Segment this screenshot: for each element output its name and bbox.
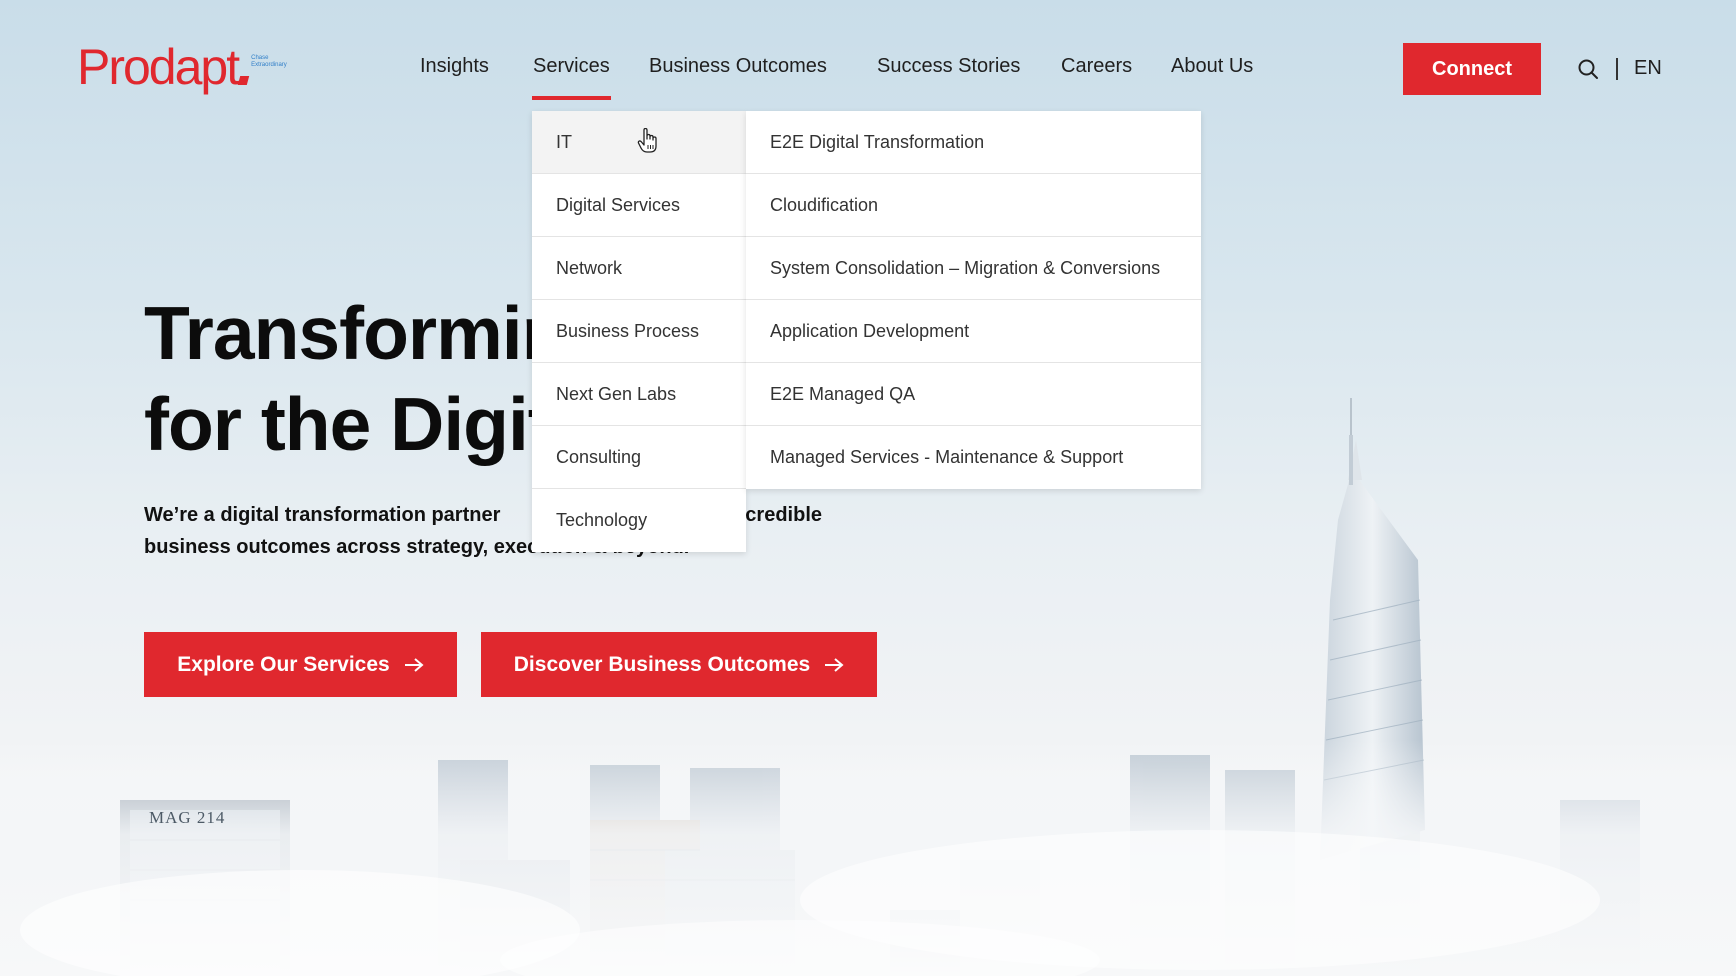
building-sign: MAG 214 bbox=[149, 808, 226, 827]
submenu-e2e-digital-transformation[interactable]: E2E Digital Transformation bbox=[746, 111, 1201, 174]
hero-subtitle-start: We’re a digital transformation partner bbox=[144, 504, 501, 526]
prodapt-logo[interactable]: Prodapt Chase Extraordinary bbox=[77, 42, 293, 92]
menu-category-business-process[interactable]: Business Process bbox=[532, 300, 746, 363]
connect-button[interactable]: Connect bbox=[1403, 43, 1541, 95]
header-divider bbox=[1616, 58, 1618, 80]
logo-tagline: Chase Extraordinary bbox=[251, 55, 287, 69]
nav-services[interactable]: Services bbox=[533, 55, 610, 78]
logo-wordmark: Prodapt bbox=[77, 39, 240, 95]
menu-category-digital-services[interactable]: Digital Services bbox=[532, 174, 746, 237]
it-services-submenu: E2E Digital Transformation Cloudificatio… bbox=[746, 111, 1201, 489]
submenu-system-consolidation[interactable]: System Consolidation – Migration & Conve… bbox=[746, 237, 1201, 300]
hero-title: Transformir for the Digit bbox=[144, 288, 553, 470]
submenu-e2e-managed-qa[interactable]: E2E Managed QA bbox=[746, 363, 1201, 426]
logo-dot bbox=[237, 76, 250, 85]
arrow-right-icon bbox=[404, 657, 424, 672]
submenu-managed-services[interactable]: Managed Services - Maintenance & Support bbox=[746, 426, 1201, 489]
discover-outcomes-button[interactable]: Discover Business Outcomes bbox=[481, 632, 877, 697]
explore-services-button[interactable]: Explore Our Services bbox=[144, 632, 457, 697]
hero-title-line-1: Transformir bbox=[144, 291, 551, 375]
submenu-cloudification[interactable]: Cloudification bbox=[746, 174, 1201, 237]
nav-about-us[interactable]: About Us bbox=[1171, 55, 1253, 78]
nav-insights[interactable]: Insights bbox=[420, 55, 489, 78]
menu-category-network[interactable]: Network bbox=[532, 237, 746, 300]
submenu-application-development[interactable]: Application Development bbox=[746, 300, 1201, 363]
explore-services-label: Explore Our Services bbox=[177, 652, 390, 676]
hero-title-line-2: for the Digit bbox=[144, 382, 553, 466]
nav-careers[interactable]: Careers bbox=[1061, 55, 1132, 78]
services-categories-menu: IT Digital Services Network Business Pro… bbox=[532, 111, 746, 552]
discover-outcomes-label: Discover Business Outcomes bbox=[513, 652, 811, 676]
hero-subtitle-end: credible bbox=[745, 504, 822, 526]
menu-category-technology[interactable]: Technology bbox=[532, 489, 746, 552]
search-icon[interactable] bbox=[1577, 58, 1599, 80]
nav-business-outcomes[interactable]: Business Outcomes bbox=[649, 55, 827, 78]
language-selector[interactable]: EN bbox=[1634, 57, 1662, 80]
nav-success-stories[interactable]: Success Stories bbox=[877, 55, 1020, 78]
menu-category-consulting[interactable]: Consulting bbox=[532, 426, 746, 489]
hand-cursor-icon bbox=[637, 128, 657, 153]
nav-active-indicator bbox=[532, 96, 611, 100]
menu-category-next-gen-labs[interactable]: Next Gen Labs bbox=[532, 363, 746, 426]
arrow-right-icon bbox=[825, 657, 844, 672]
